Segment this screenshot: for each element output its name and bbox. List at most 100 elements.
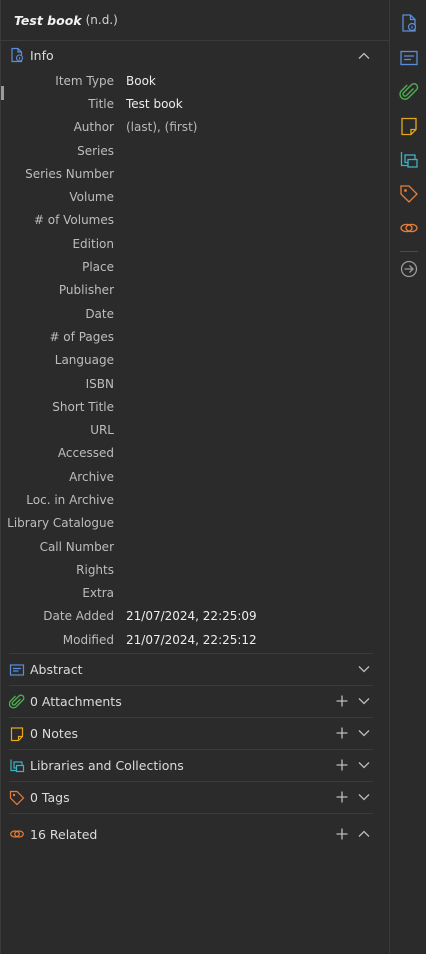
abstract-section-header[interactable]: Abstract <box>1 654 389 685</box>
field-label: Rights <box>76 562 114 577</box>
notes-section-header[interactable]: 0 Notes <box>1 718 389 749</box>
field-label: Short Title <box>52 399 114 414</box>
item-title[interactable]: Test book <box>14 13 82 28</box>
item-date: (n.d.) <box>85 13 118 27</box>
abstract-icon[interactable] <box>399 48 419 68</box>
field-label: Author <box>73 120 114 135</box>
field-row: Date Added 21/07/2024, 22:25:09 <box>1 605 389 628</box>
collapse-chevron-up-icon[interactable] <box>357 49 371 63</box>
field-row: Author (last), (first) <box>1 116 389 139</box>
add-collection-plus-icon[interactable] <box>335 758 349 772</box>
notes-icon <box>9 726 25 742</box>
field-row: Archive <box>1 465 389 488</box>
field-label: Language <box>54 353 114 368</box>
field-value[interactable]: (last), (first) <box>126 120 197 134</box>
field-row: Series Number <box>1 162 389 185</box>
field-row: Library Catalogue <box>1 512 389 535</box>
attachments-section-header[interactable]: 0 Attachments <box>1 686 389 717</box>
field-label: Modified <box>62 632 114 647</box>
field-row: Rights <box>1 558 389 581</box>
field-row: Publisher <box>1 279 389 302</box>
collapse-chevron-up-icon[interactable] <box>357 827 371 841</box>
item-pane: Test book (n.d.) Info Item Type Book Title… <box>0 0 389 954</box>
notes-section-label: 0 Notes <box>30 726 79 742</box>
libraries-icon[interactable] <box>399 150 419 170</box>
related-section-header[interactable]: 16 Related <box>1 814 389 854</box>
field-row: Place <box>1 255 389 278</box>
field-label: Loc. in Archive <box>26 492 114 507</box>
sidenav <box>389 0 426 954</box>
field-label: Accessed <box>57 446 114 461</box>
libraries-section-label: Libraries and Collections <box>30 758 184 774</box>
field-label: # of Pages <box>49 329 114 344</box>
attachments-icon[interactable] <box>399 82 419 102</box>
field-row: Language <box>1 349 389 372</box>
attachments-icon <box>8 694 25 710</box>
field-label: Item Type <box>55 73 114 88</box>
field-value[interactable]: Book <box>126 74 156 88</box>
field-row: ISBN <box>1 372 389 395</box>
notes-icon[interactable] <box>399 116 419 136</box>
expand-chevron-down-icon[interactable] <box>357 726 371 740</box>
field-row: Title Test book <box>1 92 389 115</box>
field-label: Title <box>88 96 114 111</box>
field-label: Volume <box>69 190 114 205</box>
tags-section-header[interactable]: 0 Tags <box>1 782 389 813</box>
expand-chevron-down-icon[interactable] <box>357 694 371 708</box>
libraries-icon <box>9 758 25 774</box>
add-note-plus-icon[interactable] <box>335 726 349 740</box>
field-row: Extra <box>1 582 389 605</box>
field-row: Date <box>1 302 389 325</box>
related-section-label: 16 Related <box>30 826 98 842</box>
info-icon[interactable] <box>399 13 419 33</box>
abstract-section-label: Abstract <box>30 662 83 678</box>
field-row: URL <box>1 418 389 441</box>
field-label: Library Catalogue <box>7 516 114 531</box>
field-label: URL <box>90 423 114 438</box>
field-label: Series Number <box>25 166 114 181</box>
field-value[interactable]: 21/07/2024, 22:25:09 <box>126 609 257 623</box>
attachments-section-label: 0 Attachments <box>30 694 122 710</box>
field-label: # of Volumes <box>33 213 114 228</box>
field-label: Date <box>85 306 114 321</box>
tags-icon <box>9 790 25 806</box>
field-row: Item Type Book <box>1 69 389 92</box>
field-label: Publisher <box>58 283 114 298</box>
field-value[interactable]: Test book <box>126 97 183 111</box>
field-label: Archive <box>69 469 114 484</box>
info-section-header[interactable]: Info <box>1 41 389 69</box>
field-row: # of Volumes <box>1 209 389 232</box>
add-tag-plus-icon[interactable] <box>335 790 349 804</box>
field-label: Date Added <box>43 609 114 624</box>
field-row: Volume <box>1 185 389 208</box>
expand-chevron-down-icon[interactable] <box>357 790 371 804</box>
field-row: Loc. in Archive <box>1 488 389 511</box>
expand-chevron-down-icon[interactable] <box>357 662 371 676</box>
related-icon <box>9 826 25 842</box>
field-label: Call Number <box>39 539 114 554</box>
info-section-label: Info <box>30 47 54 63</box>
add-related-plus-icon[interactable] <box>335 827 349 841</box>
field-row: Edition <box>1 232 389 255</box>
field-row: # of Pages <box>1 325 389 348</box>
libraries-section-header[interactable]: Libraries and Collections <box>1 750 389 781</box>
item-header: Test book (n.d.) <box>1 0 389 41</box>
field-row: Call Number <box>1 535 389 558</box>
tags-section-label: 0 Tags <box>30 790 70 806</box>
field-label: Series <box>77 143 114 158</box>
expand-chevron-down-icon[interactable] <box>357 758 371 772</box>
info-icon <box>9 47 25 63</box>
field-value[interactable]: 21/07/2024, 22:25:12 <box>126 633 257 647</box>
locate-icon[interactable] <box>399 259 419 279</box>
field-row: Modified 21/07/2024, 22:25:12 <box>1 628 389 651</box>
field-label: Place <box>82 260 114 275</box>
field-row: Series <box>1 139 389 162</box>
field-label: Extra <box>82 586 114 601</box>
field-row: Accessed <box>1 442 389 465</box>
field-row: Short Title <box>1 395 389 418</box>
abstract-icon <box>9 662 25 678</box>
resize-marker[interactable] <box>1 86 4 100</box>
add-attachment-plus-icon[interactable] <box>335 694 349 708</box>
tags-icon[interactable] <box>399 184 419 204</box>
related-icon[interactable] <box>399 218 419 238</box>
